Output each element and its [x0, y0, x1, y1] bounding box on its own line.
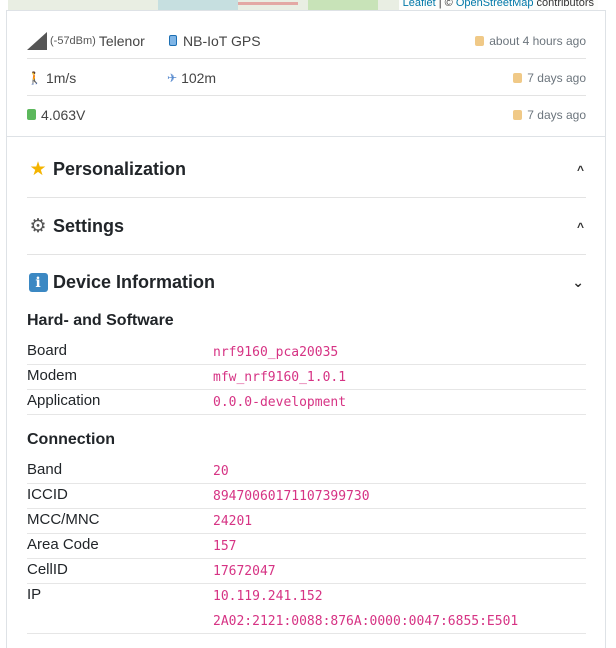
altitude-value: 102m [181, 69, 217, 86]
row-key: CellID [27, 561, 68, 578]
row-value: 2A02:2121:0088:876A:0000:0047:6855:E501 [213, 614, 519, 629]
battery-time-text: 7 days ago [527, 107, 586, 122]
battery-icon [27, 109, 36, 120]
settings-header[interactable]: ⚙ Settings ^ [27, 198, 586, 255]
device-info-accordion[interactable]: i Device Information ⌄ [27, 255, 586, 310]
operator-name: Telenor [98, 32, 145, 49]
row-key: ICCID [27, 486, 68, 503]
row-value: 0.0.0-development [213, 395, 347, 410]
row-value: 17672047 [213, 564, 276, 579]
walking-person-icon: 🚶 [27, 70, 42, 85]
hourglass-icon [513, 109, 523, 120]
personalization-label: Personalization [53, 159, 187, 179]
battery-timestamp: 7 days ago [513, 96, 586, 133]
personalization-header[interactable]: ★ Personalization ^ [27, 141, 586, 198]
map-park [308, 0, 378, 10]
voltage-cell: 4.063V [27, 96, 85, 133]
connection-section-title: Connection [27, 431, 115, 448]
table-row: Modem mfw_nrf9160_1.0.1 [27, 365, 586, 390]
row-value: mfw_nrf9160_1.0.1 [213, 370, 347, 385]
personalization-accordion[interactable]: ★ Personalization ^ [27, 141, 586, 198]
gps-timestamp: 7 days ago [513, 59, 586, 96]
info-icon: i [27, 273, 49, 292]
row-value: 24201 [213, 514, 253, 529]
network-row: (-57dBm) Telenor NB-IoT GPS about 4 hour… [27, 22, 586, 59]
attribution-suffix: contributors [533, 0, 594, 9]
row-value: 20 [213, 464, 229, 479]
table-row: CellID 17672047 [27, 559, 586, 584]
settings-accordion[interactable]: ⚙ Settings ^ [27, 198, 586, 255]
map-water [158, 0, 238, 10]
map-attribution: Leaflet | © OpenStreetMap contributors [398, 0, 598, 10]
row-key: Modem [27, 367, 78, 384]
row-value: nrf9160_pca20035 [213, 345, 339, 360]
hardware-section-title: Hard- and Software [27, 312, 174, 329]
table-row: MCC/MNC 24201 [27, 509, 586, 534]
device-info-label: Device Information [53, 272, 216, 292]
row-key: Area Code [27, 536, 99, 553]
chevron-up-icon[interactable]: ^ [577, 163, 584, 177]
network-time-text: about 4 hours ago [489, 33, 586, 48]
device-info-header[interactable]: i Device Information ⌄ [27, 255, 586, 310]
openstreetmap-link[interactable]: OpenStreetMap [456, 0, 534, 9]
table-row: ICCID 89470060171107399730 [27, 484, 586, 509]
status-panel: (-57dBm) Telenor NB-IoT GPS about 4 hour… [7, 11, 605, 137]
gps-time-text: 7 days ago [527, 70, 586, 85]
table-row: 2A02:2121:0088:876A:0000:0047:6855:E501 [27, 609, 586, 634]
network-timestamp: about 4 hours ago [475, 22, 586, 59]
device-card: (-57dBm) Telenor NB-IoT GPS about 4 hour… [6, 10, 606, 648]
hourglass-icon [513, 72, 523, 83]
chevron-up-icon[interactable]: ^ [577, 220, 584, 234]
map-road [238, 2, 298, 5]
mobile-phone-icon [169, 35, 177, 46]
row-value: 157 [213, 539, 237, 554]
speed-cell: 🚶 1m/s [27, 59, 76, 96]
network-mode-cell: NB-IoT GPS [169, 22, 261, 59]
gps-row: 🚶 1m/s ✈ 102m 7 days ago [27, 59, 586, 96]
signal-cell: (-57dBm) Telenor [27, 22, 145, 59]
gear-icon: ⚙ [29, 216, 47, 237]
row-key: IP [27, 586, 42, 603]
row-key: Board [27, 342, 68, 359]
network-mode: NB-IoT GPS [183, 32, 261, 49]
signal-strength-icon [27, 31, 47, 50]
table-row: Board nrf9160_pca20035 [27, 340, 586, 365]
battery-row: 4.063V 7 days ago [27, 96, 586, 133]
airplane-icon: ✈ [167, 70, 178, 85]
table-row: Area Code 157 [27, 534, 586, 559]
attribution-separator: | © [435, 0, 456, 9]
voltage-value: 4.063V [41, 106, 86, 123]
row-value: 10.119.241.152 [213, 589, 323, 604]
leaflet-link[interactable]: Leaflet [403, 0, 436, 9]
row-key: Band [27, 461, 63, 478]
speed-value: 1m/s [45, 69, 77, 86]
row-key: Application [27, 392, 101, 409]
table-row: IP 10.119.241.152 [27, 584, 586, 609]
table-row: Application 0.0.0-development [27, 390, 586, 415]
row-value: 89470060171107399730 [213, 489, 370, 504]
star-icon: ★ [29, 159, 47, 180]
altitude-cell: ✈ 102m [167, 59, 216, 96]
row-key: MCC/MNC [27, 511, 100, 528]
table-row: Band 20 [27, 459, 586, 484]
settings-label: Settings [53, 216, 125, 236]
hourglass-icon [475, 35, 485, 46]
chevron-down-icon[interactable]: ⌄ [572, 274, 584, 291]
signal-dbm: (-57dBm) [50, 34, 96, 47]
